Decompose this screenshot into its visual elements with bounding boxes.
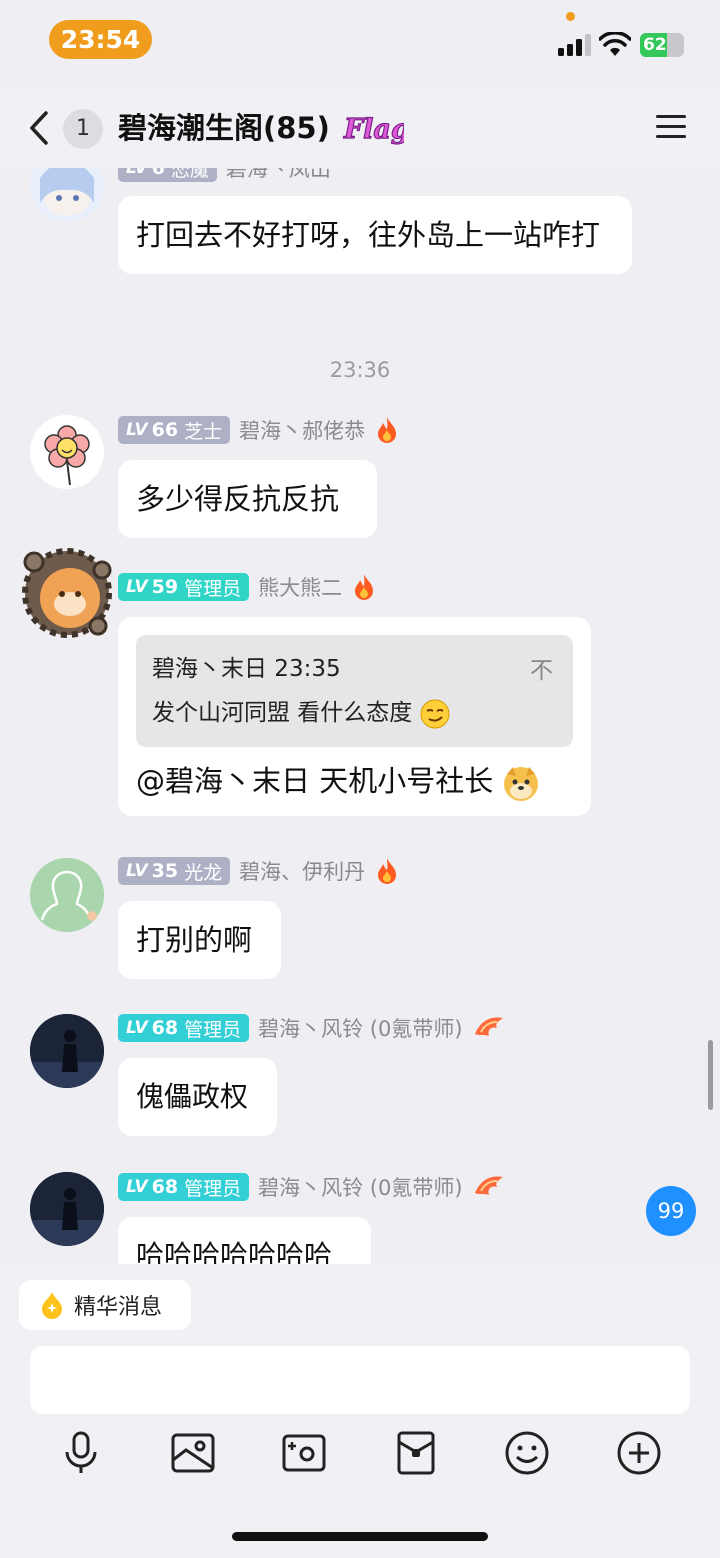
sender-nickname[interactable]: 碧海丶凤出 [226, 168, 331, 183]
doge-emoji-icon [504, 767, 539, 801]
quote-text: 发个山河同盟 看什么态度 [152, 700, 413, 726]
message-input[interactable] [30, 1346, 690, 1414]
avatar[interactable] [22, 548, 112, 638]
fire-icon [378, 417, 397, 443]
unread-count-badge[interactable]: 1 [63, 109, 103, 149]
message-bubble[interactable]: 傀儡政权 [118, 1058, 277, 1136]
avatar[interactable] [30, 415, 104, 489]
input-toolbar [0, 1430, 720, 1480]
silhouette-avatar-image [30, 858, 104, 932]
chat-header: 1 碧海潮生阁(85) Flag [0, 86, 720, 168]
message-text: 哈哈哈哈哈哈哈 [136, 1239, 333, 1264]
quote-text-row: 发个山河同盟 看什么态度 [152, 691, 557, 735]
dragon-icon [474, 1017, 503, 1036]
message-bubble[interactable]: 打回去不好打呀，往外岛上一站咋打 [118, 196, 632, 274]
sender-meta: LV 68 管理员 碧海丶风铃 (0氪带师) [118, 1172, 505, 1202]
night-figure-avatar-image [30, 1014, 104, 1088]
avatar[interactable] [30, 1172, 104, 1246]
level-badge: LV 68 管理员 [118, 1173, 250, 1201]
level-badge: LV 6 恋魔 [118, 168, 217, 182]
sender-meta: LV 59 管理员 熊大熊二 [118, 572, 376, 602]
wifi-icon [599, 32, 631, 56]
red-packet-icon[interactable] [393, 1430, 439, 1476]
fire-icon [378, 858, 397, 884]
essence-icon [42, 1292, 62, 1319]
new-message-count-badge[interactable]: 99 [646, 1186, 696, 1236]
level-badge: LV 66 芝士 [118, 416, 231, 444]
fire-icon [355, 574, 374, 600]
avatar[interactable] [30, 168, 104, 222]
battery-icon: 62 [640, 33, 684, 57]
level-badge: LV 35 光龙 [118, 857, 231, 885]
sender-nickname[interactable]: 碧海丶风铃 (0氪带师) [258, 1172, 462, 1202]
sender-nickname[interactable]: 碧海丶郝佬恭 [239, 415, 365, 445]
plus-icon[interactable] [616, 1430, 662, 1476]
battery-percent: 62 [643, 35, 667, 55]
avatar[interactable] [30, 1014, 104, 1088]
back-icon[interactable] [24, 108, 58, 148]
dragon-icon [474, 1176, 503, 1195]
message-bubble[interactable]: 碧海丶末日 23:35 发个山河同盟 看什么态度 不 @碧海丶末日 天机小号社长 [118, 617, 591, 816]
sender-nickname[interactable]: 碧海丶风铃 (0氪带师) [258, 1013, 462, 1043]
sender-nickname[interactable]: 熊大熊二 [258, 572, 342, 602]
flower-avatar-image [30, 415, 104, 489]
quote-author-time: 碧海丶末日 23:35 [152, 656, 341, 682]
level-badge: LV 59 管理员 [118, 573, 250, 601]
time-divider: 23:36 [329, 358, 391, 382]
mic-icon[interactable] [58, 1430, 104, 1476]
sender-meta: LV 35 光龙 碧海、伊利丹 [118, 856, 399, 886]
essence-messages-button[interactable]: 精华消息 [19, 1280, 191, 1330]
essence-label: 精华消息 [74, 1295, 163, 1320]
message-text: @碧海丶末日 天机小号社长 [136, 764, 494, 798]
message-text: 多少得反抗反抗 [136, 482, 340, 516]
quote-jump-arrow[interactable]: 不 [530, 649, 553, 693]
cat-avatar-with-gear-frame [22, 548, 112, 638]
message-text: 打回去不好打呀，往外岛上一站咋打 [136, 218, 601, 252]
home-indicator [232, 1532, 488, 1541]
sender-meta: LV 68 管理员 碧海丶风铃 (0氪带师) [118, 1013, 505, 1043]
menu-icon[interactable] [654, 112, 688, 142]
message-bubble[interactable]: 打别的啊 [118, 901, 281, 979]
avatar[interactable] [30, 858, 104, 932]
scrollbar[interactable] [708, 1040, 713, 1110]
flag-badge-icon: Flag [342, 113, 404, 145]
status-time: 23:54 [49, 20, 152, 59]
message-bubble[interactable]: 哈哈哈哈哈哈哈 [118, 1217, 371, 1264]
status-bar: 23:54 62 [0, 0, 720, 80]
signal-icon [558, 34, 591, 56]
smirk-emoji-icon [420, 699, 450, 728]
image-icon[interactable] [170, 1430, 216, 1476]
message-text: 傀儡政权 [136, 1080, 249, 1113]
message-text: 打别的啊 [136, 923, 253, 957]
night-figure-avatar-image [30, 1172, 104, 1246]
emoji-icon[interactable] [504, 1430, 550, 1476]
camera-icon[interactable] [281, 1430, 327, 1476]
input-panel: 精华消息 [0, 1264, 720, 1558]
group-title[interactable]: 碧海潮生阁(85) [118, 108, 330, 148]
message-bubble[interactable]: 多少得反抗反抗 [118, 460, 377, 538]
flag-badge-text: Flag [343, 114, 404, 145]
sender-nickname[interactable]: 碧海、伊利丹 [239, 856, 365, 886]
privacy-indicator-dot [566, 12, 575, 21]
quoted-message[interactable]: 碧海丶末日 23:35 发个山河同盟 看什么态度 不 [136, 635, 573, 747]
anime-avatar-image [30, 168, 104, 222]
sender-meta: LV 6 恋魔 碧海丶凤出 [118, 168, 331, 183]
sender-meta: LV 66 芝士 碧海丶郝佬恭 [118, 415, 399, 445]
level-badge: LV 68 管理员 [118, 1014, 250, 1042]
message-list[interactable]: LV 6 恋魔 碧海丶凤出 打回去不好打呀，往外岛上一站咋打 23:36 LV 66 芝… [0, 168, 720, 1264]
